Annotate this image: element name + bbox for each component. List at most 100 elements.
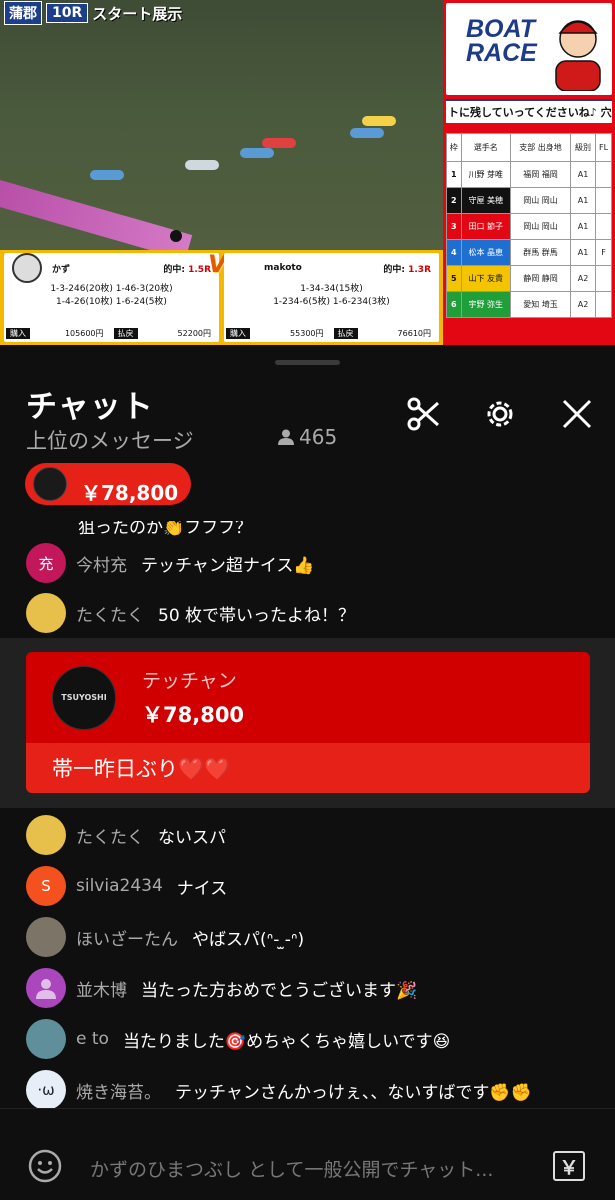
table-cell: 守屋 美穂 bbox=[460, 187, 511, 214]
lane-cell: 2 bbox=[446, 187, 462, 214]
avatar bbox=[33, 467, 67, 501]
table-cell: 静岡 静岡 bbox=[509, 265, 572, 292]
table-cell: 松本 晶恵 bbox=[460, 239, 511, 266]
super-chat-button[interactable]: ￥ bbox=[553, 1151, 585, 1181]
chat-message[interactable]: e to 当たりました🎯めちゃくちゃ嬉しいです😆 bbox=[26, 1019, 450, 1059]
table-cell: A2 bbox=[570, 265, 597, 292]
table-cell: 川野 芽唯 bbox=[460, 161, 511, 188]
table-cell bbox=[595, 187, 612, 214]
table-header: 選手名 bbox=[460, 133, 511, 162]
person-icon bbox=[278, 429, 294, 445]
table-cell: 岡山 岡山 bbox=[509, 187, 572, 214]
chat-title: チャット bbox=[26, 389, 154, 425]
race-water-scene: 蒲郡 10R スタート展示 bbox=[0, 0, 443, 261]
lane-cell: 4 bbox=[446, 239, 462, 266]
viewer-count: 465 bbox=[277, 425, 337, 449]
chat-message[interactable]: ほいざーたん やばスパ(ᐢ- ̫-ᐢ) bbox=[26, 917, 304, 957]
lane-cell: 5 bbox=[446, 265, 462, 292]
message-text: 当たった方おめでとうございます🎉 bbox=[141, 980, 418, 1001]
avatar bbox=[26, 815, 66, 855]
boat bbox=[350, 128, 384, 138]
scissors-icon[interactable] bbox=[405, 395, 443, 433]
table-cell bbox=[595, 213, 612, 240]
venue-logo: 蒲郡 bbox=[4, 1, 42, 25]
chat-message[interactable]: 並木博 当たった方おめでとうございます🎉 bbox=[26, 968, 417, 1008]
avatar: TSUYOSHI bbox=[52, 665, 116, 730]
chat-input-bar: かずのひまつぶし として一般公開でチャット... ￥ bbox=[0, 1108, 615, 1200]
table-cell: A2 bbox=[570, 291, 597, 318]
chat-input[interactable]: かずのひまつぶし として一般公開でチャット... bbox=[90, 1155, 534, 1182]
message-author: e to bbox=[76, 1029, 109, 1049]
chip-amount: ￥78,800 bbox=[81, 480, 179, 505]
racer-row: 5 山下 友貴 静岡 静岡 A2 bbox=[446, 265, 612, 292]
superchat-message: 帯一昨日ぶり❤️❤️ bbox=[26, 743, 590, 793]
racer-table: 枠選手名 支部 出身地 級別 FL 1 川野 芽唯 福岡 福岡 A1 2 守屋 美穂 岡山 岡山 A… bbox=[446, 133, 612, 318]
partial-message: 狙ったのか👏フフフ？ bbox=[78, 521, 253, 538]
racer-row: 4 松本 晶恵 群馬 群馬 A1 F bbox=[446, 239, 612, 266]
table-cell: 群馬 群馬 bbox=[509, 239, 572, 266]
superchat-amount: ￥78,800 bbox=[142, 703, 245, 727]
pinned-superchat-chip[interactable]: ￥78,800 bbox=[25, 463, 191, 505]
drag-handle[interactable] bbox=[275, 360, 340, 365]
panel-ticker: トに残していってくださいね♪ 穴党カ bbox=[446, 99, 612, 123]
table-header: 枠 bbox=[446, 133, 462, 162]
player-name: makoto bbox=[264, 263, 302, 273]
message-author: silvia2434 bbox=[76, 876, 163, 896]
chat-message[interactable]: ·ω 焼き海苔。 テッチャンさんかっけぇ、、ないすばです✊✊ bbox=[26, 1070, 532, 1110]
chat-panel: チャット 上位のメッセージ 465 ￥78,800 狙ったのか👏フフフ？ 充 今… bbox=[0, 345, 615, 1200]
avatar: ·ω bbox=[26, 1070, 66, 1110]
player-card-makoto: makoto 的中: 1.3R 1-34-34(15枚) 1-234-6(5枚)… bbox=[224, 253, 439, 342]
racer-row: 6 宇野 弥生 愛知 埼玉 A2 bbox=[446, 291, 612, 318]
message-text: 当たりました🎯めちゃくちゃ嬉しいです😆 bbox=[122, 1031, 451, 1052]
chat-mode-dropdown[interactable]: 上位のメッセージ bbox=[26, 425, 194, 455]
lane-cell: 6 bbox=[446, 291, 462, 318]
boat bbox=[362, 116, 396, 126]
message-text: 50 枚で帯いったよね！？ bbox=[158, 605, 356, 626]
emoji-icon[interactable] bbox=[28, 1149, 62, 1183]
message-text: やばスパ(ᐢ- ̫-ᐢ) bbox=[192, 929, 305, 950]
racer-row: 2 守屋 美穂 岡山 岡山 A1 bbox=[446, 187, 612, 214]
table-cell: 岡山 岡山 bbox=[509, 213, 572, 240]
table-cell: 田口 節子 bbox=[460, 213, 511, 240]
message-list[interactable]: 狙ったのか👏フフフ？ 充 今村充 テッチャン超ナイス👍 たくたく 50 枚で帯い… bbox=[0, 521, 615, 1121]
chat-message[interactable]: S silvia2434 ナイス bbox=[26, 866, 227, 906]
table-cell: F bbox=[595, 239, 612, 266]
message-author: 今村充 bbox=[76, 555, 127, 576]
hit-rate: 的中: 1.3R bbox=[383, 264, 431, 275]
table-cell bbox=[595, 265, 612, 292]
table-cell: A1 bbox=[570, 187, 597, 214]
close-icon[interactable] bbox=[558, 395, 596, 433]
message-text: テッチャンさんかっけぇ、、ないすばです✊✊ bbox=[175, 1082, 532, 1103]
chat-message[interactable]: 充 今村充 テッチャン超ナイス👍 bbox=[26, 543, 315, 583]
mascot-icon bbox=[555, 20, 601, 91]
avatar bbox=[26, 968, 66, 1008]
table-cell: A1 bbox=[570, 161, 597, 188]
avatar bbox=[26, 593, 66, 633]
table-header: 支部 出身地 bbox=[509, 133, 572, 162]
lane-cell: 1 bbox=[446, 161, 462, 188]
boat bbox=[90, 170, 124, 180]
gear-icon[interactable] bbox=[481, 395, 519, 433]
superchat-card[interactable]: TSUYOSHI テッチャン ￥78,800 帯一昨日ぶり❤️❤️ bbox=[26, 652, 590, 793]
purchase-summary: 購入 55300円 払戻 76610円 bbox=[226, 326, 437, 340]
table-header: 級別 bbox=[570, 133, 597, 162]
live-video[interactable]: 蒲郡 10R スタート展示 かず 的中: 1.5R 1-3-246(20枚) 1… bbox=[0, 0, 615, 345]
chat-message[interactable]: たくたく ないスパ bbox=[26, 815, 226, 855]
default-avatar-icon bbox=[36, 979, 56, 999]
table-cell: 愛知 埼玉 bbox=[509, 291, 572, 318]
bet-list: 1-3-246(20枚) 1-46-3(20枚) 1-4-26(10枚) 1-6… bbox=[50, 284, 173, 307]
boat bbox=[185, 160, 219, 170]
chat-message[interactable]: たくたく 50 枚で帯いったよね！？ bbox=[26, 593, 355, 633]
message-author: ほいざーたん bbox=[76, 929, 178, 950]
boat bbox=[262, 138, 296, 148]
lane-cell: 3 bbox=[446, 213, 462, 240]
turn-buoy bbox=[170, 230, 182, 242]
superchat-author: テッチャン bbox=[142, 670, 237, 692]
race-number: 10R bbox=[46, 3, 89, 23]
player-card-kazu: かず 的中: 1.5R 1-3-246(20枚) 1-46-3(20枚) 1-4… bbox=[4, 253, 219, 342]
course-banner bbox=[0, 180, 193, 261]
bet-list: 1-34-34(15枚) 1-234-6(5枚) 1-6-234(3枚) bbox=[273, 284, 390, 307]
message-author: 焼き海苔。 bbox=[76, 1082, 161, 1103]
race-header: 蒲郡 10R スタート展示 bbox=[0, 0, 182, 26]
table-cell: A1 bbox=[570, 213, 597, 240]
